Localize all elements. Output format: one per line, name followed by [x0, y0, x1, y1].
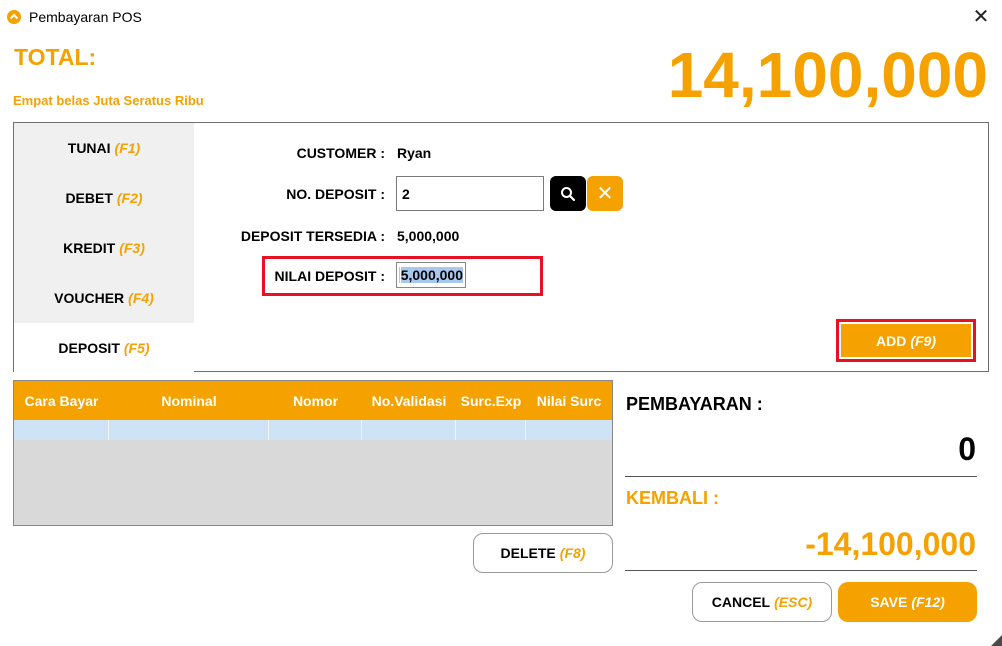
tab-label: DEBET [65, 190, 113, 206]
pembayaran-value: 0 [958, 431, 976, 467]
add-button-shortcut: (F9) [910, 332, 936, 349]
column-header[interactable]: No.Validasi [362, 381, 456, 420]
add-button[interactable]: ADD (F9) [841, 324, 971, 357]
tab-kredit[interactable]: KREDIT (F3) [14, 223, 194, 273]
tab-shortcut: (F4) [128, 290, 154, 306]
close-icon: ✕ [596, 183, 614, 205]
tab-label: KREDIT [63, 240, 116, 256]
kembali-label: KEMBALI : [626, 488, 719, 508]
tab-voucher[interactable]: VOUCHER (F4) [14, 273, 194, 323]
save-button-label: SAVE [870, 594, 908, 610]
save-button-shortcut: (F12) [911, 594, 945, 610]
tab-tunai[interactable]: TUNAI (F1) [14, 123, 194, 173]
tab-shortcut: (F2) [116, 190, 143, 206]
save-button[interactable]: SAVE (F12) [838, 582, 977, 622]
tab-shortcut: (F5) [123, 340, 150, 356]
tab-label: VOUCHER [54, 290, 125, 306]
table-cell[interactable] [362, 420, 456, 440]
column-header[interactable]: Cara Bayar [14, 381, 109, 420]
text-caret [399, 267, 400, 283]
deposit-tersedia-value: 5,000,000 [397, 228, 460, 244]
tab-shortcut: (F3) [119, 240, 145, 256]
close-button[interactable]: ✕ [962, 0, 1000, 32]
pembayaran-label: PEMBAYARAN : [626, 394, 763, 414]
divider [625, 570, 977, 571]
tab-label: TUNAI [67, 140, 111, 156]
table-cell[interactable] [456, 420, 526, 440]
table-cell[interactable] [109, 420, 269, 440]
cancel-button-label: CANCEL [711, 594, 771, 610]
window-title: Pembayaran POS [29, 9, 142, 25]
customer-label: CUSTOMER : [296, 145, 385, 161]
resize-grip-icon[interactable] [990, 634, 1002, 646]
nilai-deposit-input[interactable]: 5,000,000 [396, 262, 466, 288]
tab-deposit[interactable]: DEPOSIT (F5) [14, 323, 194, 373]
delete-button-label: DELETE [500, 545, 556, 561]
column-header[interactable]: Nilai Surc [526, 381, 612, 420]
column-header[interactable]: Nominal [109, 381, 269, 420]
tab-label: DEPOSIT [58, 340, 120, 356]
no-deposit-label: NO. DEPOSIT : [286, 186, 385, 202]
total-in-words: Empat belas Juta Seratus Ribu [13, 93, 204, 108]
cancel-button-shortcut: (ESC) [774, 594, 813, 610]
tab-debet[interactable]: DEBET (F2) [14, 173, 194, 223]
search-icon [561, 186, 576, 201]
divider [625, 476, 977, 477]
column-header[interactable]: Nomor [269, 381, 362, 420]
search-deposit-button[interactable] [550, 176, 586, 211]
add-button-label: ADD [875, 332, 907, 349]
close-icon: ✕ [972, 5, 990, 28]
total-amount: 14,100,000 [667, 39, 988, 111]
total-label: TOTAL: [14, 44, 97, 70]
column-header[interactable]: Surc.Exp [456, 381, 526, 420]
cancel-button[interactable]: CANCEL (ESC) [692, 582, 832, 622]
table-cell[interactable] [14, 420, 109, 440]
deposit-tersedia-label: DEPOSIT TERSEDIA : [240, 228, 385, 244]
no-deposit-input[interactable] [396, 176, 544, 211]
nilai-deposit-selected-text: 5,000,000 [400, 267, 463, 283]
nilai-deposit-label: NILAI DEPOSIT : [274, 268, 385, 284]
clear-deposit-button[interactable]: ✕ [587, 176, 623, 211]
tab-shortcut: (F1) [114, 140, 141, 156]
app-logo-icon [7, 10, 21, 24]
kembali-value: -14,100,000 [805, 526, 976, 562]
customer-value: Ryan [397, 145, 432, 161]
delete-button-shortcut: (F8) [559, 545, 586, 561]
payment-grid[interactable]: Cara Bayar Nominal Nomor No.Validasi Sur… [13, 380, 613, 526]
grid-header: Cara Bayar Nominal Nomor No.Validasi Sur… [14, 381, 612, 420]
delete-button[interactable]: DELETE (F8) [473, 533, 613, 573]
table-cell[interactable] [269, 420, 362, 440]
title-bar: Pembayaran POS ✕ [0, 0, 1002, 34]
table-cell[interactable] [526, 420, 612, 440]
payment-method-panel: TUNAI (F1) DEBET (F2) KREDIT (F3) VOUCHER (F… [13, 122, 989, 373]
table-row[interactable] [14, 420, 612, 440]
